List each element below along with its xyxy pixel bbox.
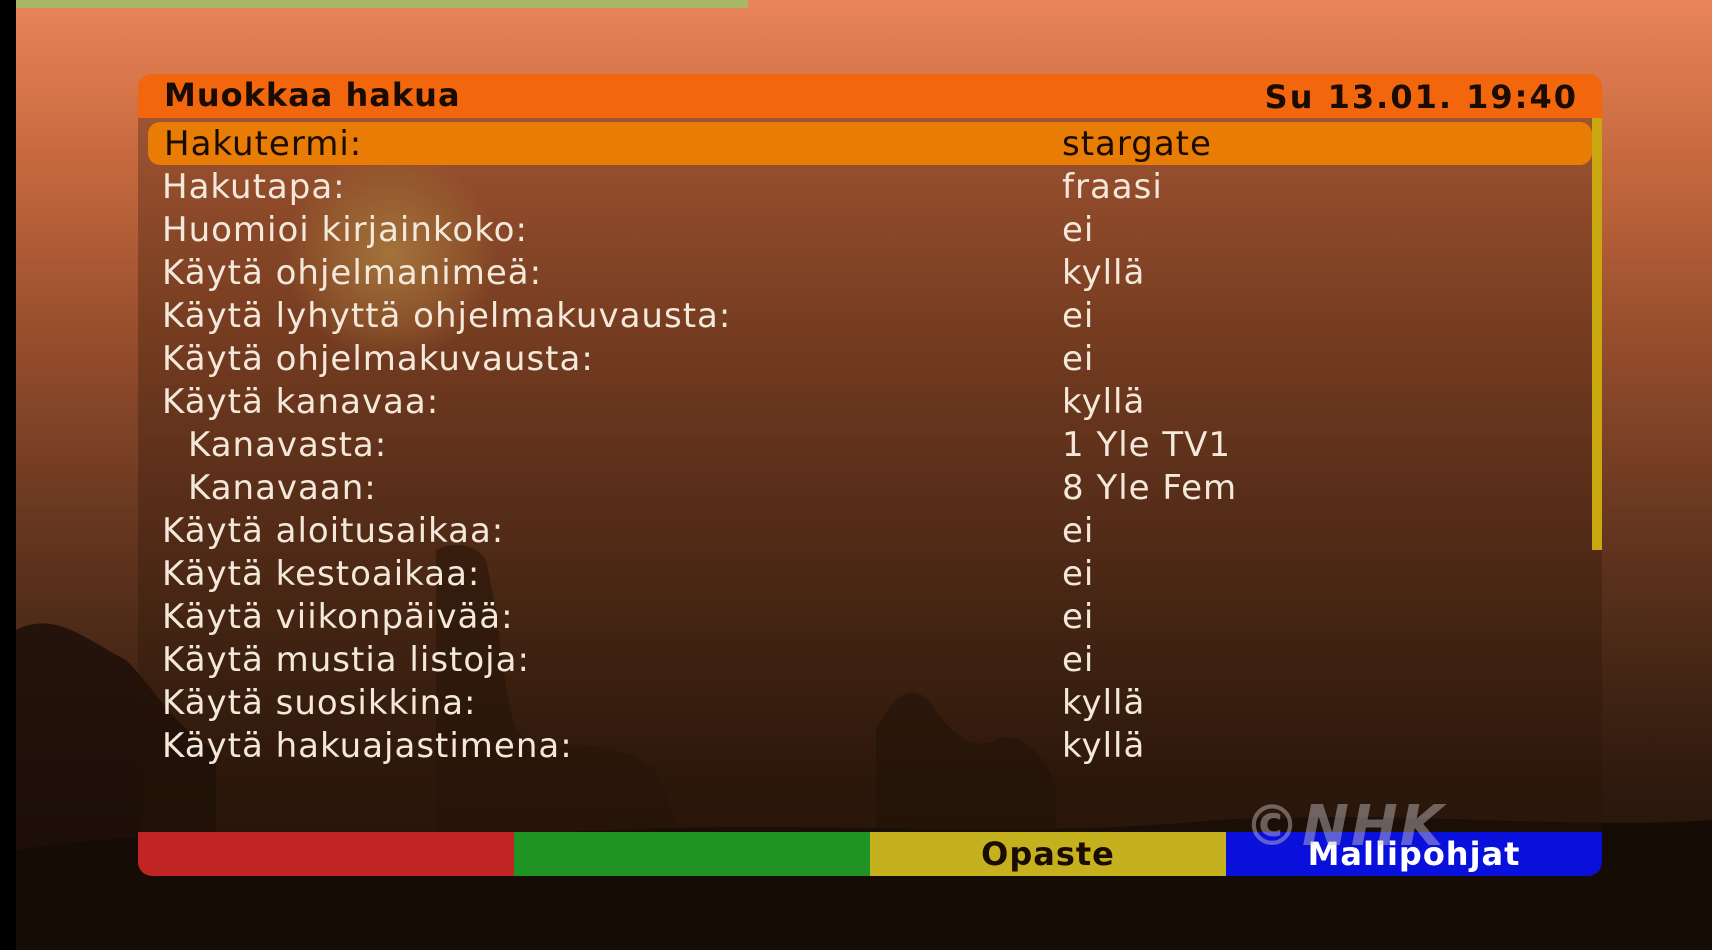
row-value: 1 Yle TV1 bbox=[1062, 425, 1232, 465]
row-label: Käytä mustia listoja: bbox=[162, 640, 530, 680]
scrollbar[interactable] bbox=[1592, 118, 1602, 550]
green-button[interactable] bbox=[514, 832, 870, 876]
row-value: stargate bbox=[1062, 124, 1212, 164]
row-label: Käytä kestoaikaa: bbox=[162, 554, 481, 594]
row-value: kyllä bbox=[1062, 683, 1146, 723]
row-case-sensitive[interactable]: Huomioi kirjainkoko: ei bbox=[138, 208, 1602, 251]
row-value: fraasi bbox=[1062, 167, 1163, 207]
row-channel-to[interactable]: Kanavaan: 8 Yle Fem bbox=[138, 466, 1602, 509]
row-label: Käytä ohjelmanimeä: bbox=[162, 253, 543, 293]
row-search-mode[interactable]: Hakutapa: fraasi bbox=[138, 165, 1602, 208]
edit-search-menu: Muokkaa hakua Su 13.01. 19:40 Hakutermi:… bbox=[138, 74, 1602, 876]
row-value: ei bbox=[1062, 554, 1095, 594]
row-use-start-time[interactable]: Käytä aloitusaikaa: ei bbox=[138, 509, 1602, 552]
row-use-weekday[interactable]: Käytä viikonpäivää: ei bbox=[138, 595, 1602, 638]
row-value: ei bbox=[1062, 210, 1095, 250]
row-label: Huomioi kirjainkoko: bbox=[162, 210, 528, 250]
row-label: Käytä suosikkina: bbox=[162, 683, 477, 723]
help-button[interactable]: Opaste bbox=[870, 832, 1226, 876]
row-value: ei bbox=[1062, 511, 1095, 551]
menu-header: Muokkaa hakua Su 13.01. 19:40 bbox=[138, 74, 1602, 118]
row-use-title[interactable]: Käytä ohjelmanimeä: kyllä bbox=[138, 251, 1602, 294]
row-label: Käytä lyhyttä ohjelmakuvausta: bbox=[162, 296, 732, 336]
row-label: Käytä aloitusaikaa: bbox=[162, 511, 505, 551]
menu-title: Muokkaa hakua bbox=[164, 76, 461, 114]
row-value: kyllä bbox=[1062, 253, 1146, 293]
row-value: ei bbox=[1062, 597, 1095, 637]
row-value: ei bbox=[1062, 339, 1095, 379]
row-use-description[interactable]: Käytä ohjelmakuvausta: ei bbox=[138, 337, 1602, 380]
row-search-term[interactable]: Hakutermi: stargate bbox=[148, 122, 1592, 165]
row-use-duration[interactable]: Käytä kestoaikaa: ei bbox=[138, 552, 1602, 595]
row-label: Hakutermi: bbox=[164, 124, 363, 164]
row-value: ei bbox=[1062, 296, 1095, 336]
row-label: Kanavasta: bbox=[188, 425, 388, 465]
red-button[interactable] bbox=[138, 832, 514, 876]
row-use-as-favorite[interactable]: Käytä suosikkina: kyllä bbox=[138, 681, 1602, 724]
row-label: Käytä viikonpäivää: bbox=[162, 597, 514, 637]
row-label: Käytä ohjelmakuvausta: bbox=[162, 339, 594, 379]
settings-list: Hakutermi: stargate Hakutapa: fraasi Huo… bbox=[138, 122, 1602, 767]
row-label: Käytä kanavaa: bbox=[162, 382, 440, 422]
date-time: Su 13.01. 19:40 bbox=[1264, 78, 1578, 116]
row-use-short-description[interactable]: Käytä lyhyttä ohjelmakuvausta: ei bbox=[138, 294, 1602, 337]
nhk-watermark-logo: ©NHK bbox=[1244, 794, 1446, 859]
row-label: Käytä hakuajastimena: bbox=[162, 726, 573, 766]
row-use-channel[interactable]: Käytä kanavaa: kyllä bbox=[138, 380, 1602, 423]
row-use-as-search-timer[interactable]: Käytä hakuajastimena: kyllä bbox=[138, 724, 1602, 767]
row-label: Kanavaan: bbox=[188, 468, 377, 508]
row-value: 8 Yle Fem bbox=[1062, 468, 1238, 508]
row-label: Hakutapa: bbox=[162, 167, 346, 207]
row-value: kyllä bbox=[1062, 726, 1146, 766]
top-progress-strip bbox=[16, 0, 748, 8]
row-value: kyllä bbox=[1062, 382, 1146, 422]
row-value: ei bbox=[1062, 640, 1095, 680]
row-use-blacklists[interactable]: Käytä mustia listoja: ei bbox=[138, 638, 1602, 681]
row-channel-from[interactable]: Kanavasta: 1 Yle TV1 bbox=[138, 423, 1602, 466]
